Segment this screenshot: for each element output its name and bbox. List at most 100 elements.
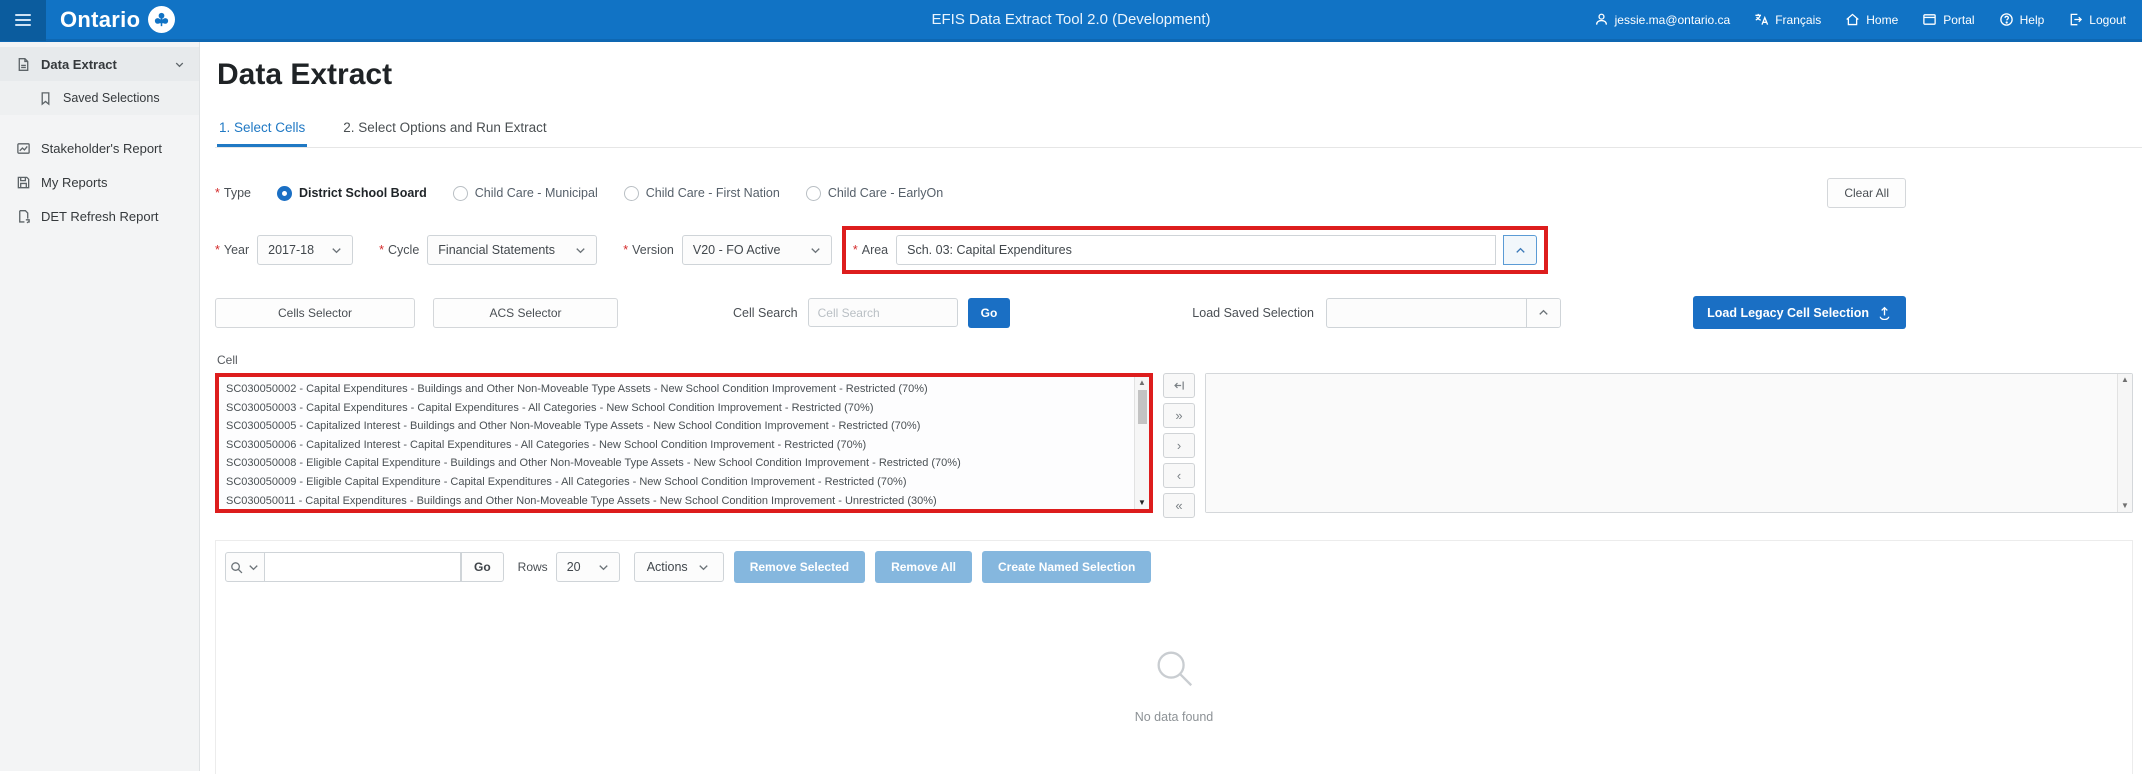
tab-select-options-run-extract[interactable]: 2. Select Options and Run Extract	[341, 112, 548, 147]
cell-list-label: Cell	[217, 353, 2142, 367]
version-label: *Version	[623, 243, 674, 257]
cycle-select[interactable]: Financial Statements	[427, 235, 597, 265]
upload-icon	[1877, 305, 1892, 320]
actions-menu-button[interactable]: Actions	[634, 552, 724, 582]
chevron-down-icon	[172, 57, 187, 72]
chevron-down-icon	[696, 560, 711, 575]
user-account-menu[interactable]: jessie.ma@ontario.ca	[1594, 12, 1731, 27]
sidebar-item-my-reports[interactable]: My Reports	[0, 165, 199, 199]
portal-link[interactable]: Portal	[1922, 12, 1974, 27]
radio-dot-icon	[806, 186, 821, 201]
filters-row: *Year 2017-18 *Cycle Financial Statement…	[215, 226, 2142, 274]
page-title: Data Extract	[217, 58, 2142, 92]
language-toggle[interactable]: Français	[1754, 12, 1821, 27]
cells-selector-button[interactable]: Cells Selector	[215, 298, 415, 328]
search-column-button[interactable]	[225, 552, 265, 582]
type-label: *Type	[215, 186, 251, 200]
tab-select-cells[interactable]: 1. Select Cells	[217, 112, 307, 147]
rows-label: Rows	[518, 560, 548, 574]
logout-link[interactable]: Logout	[2068, 12, 2126, 27]
load-legacy-cell-selection-button[interactable]: Load Legacy Cell Selection	[1693, 296, 1906, 329]
cell-search-input[interactable]	[808, 298, 958, 327]
help-icon	[1999, 12, 2014, 27]
empty-state: No data found	[216, 645, 2132, 724]
radio-dot-icon	[624, 186, 639, 201]
clear-all-button[interactable]: Clear All	[1827, 178, 1906, 208]
scroll-up-icon[interactable]: ▲	[2121, 375, 2129, 385]
cell-option[interactable]: SC030050011 - Capital Expenditures - Bui…	[219, 492, 1134, 509]
move-left-button[interactable]: ‹	[1163, 463, 1195, 488]
remove-all-button[interactable]: Remove All	[875, 551, 972, 583]
remove-selected-button[interactable]: Remove Selected	[734, 551, 865, 583]
annotation-highlight-area-field: *Area	[842, 226, 1548, 274]
wizard-tabbar: 1. Select Cells 2. Select Options and Ru…	[215, 112, 2142, 148]
area-input[interactable]	[896, 235, 1496, 265]
cell-search-go-button[interactable]: Go	[968, 298, 1011, 328]
chevron-up-icon	[1513, 243, 1528, 258]
radio-child-care-municipal[interactable]: Child Care - Municipal	[453, 186, 598, 201]
shuttle-reset-button[interactable]	[1163, 373, 1195, 398]
sidebar-item-saved-selections[interactable]: Saved Selections	[0, 81, 199, 115]
report-go-button[interactable]: Go	[461, 552, 504, 582]
sidebar-item-stakeholders-report[interactable]: Stakeholder's Report	[0, 131, 199, 165]
trillium-logo-icon	[148, 6, 175, 33]
portal-window-icon	[1922, 12, 1937, 27]
move-right-button[interactable]: ›	[1163, 433, 1195, 458]
cell-option[interactable]: SC030050003 - Capital Expenditures - Cap…	[219, 399, 1134, 418]
no-data-search-icon	[1151, 645, 1197, 691]
scroll-down-icon[interactable]: ▼	[2121, 501, 2129, 511]
data-extract-icon	[16, 57, 31, 72]
load-saved-selection-combobox[interactable]	[1326, 298, 1561, 328]
main-content: Data Extract 1. Select Cells 2. Select O…	[200, 42, 2142, 771]
logout-icon	[2068, 12, 2083, 27]
year-label: *Year	[215, 243, 249, 257]
available-cells-list[interactable]: SC030050002 - Capital Expenditures - Bui…	[219, 377, 1134, 509]
cell-option[interactable]: SC030050002 - Capital Expenditures - Bui…	[219, 380, 1134, 399]
version-select[interactable]: V20 - FO Active	[682, 235, 832, 265]
scroll-up-icon[interactable]: ▲	[1138, 378, 1146, 388]
bookmark-icon	[38, 91, 53, 106]
radio-child-care-first-nation[interactable]: Child Care - First Nation	[624, 186, 780, 201]
cell-option[interactable]: SC030050005 - Capitalized Interest - Bui…	[219, 417, 1134, 436]
area-label: *Area	[853, 243, 888, 257]
combo-expand-button[interactable]	[1526, 299, 1560, 327]
selected-cells-list[interactable]	[1206, 374, 2117, 512]
load-saved-selection-label: Load Saved Selection	[1192, 306, 1314, 320]
report-search-input[interactable]	[265, 552, 461, 582]
radio-child-care-earlyon[interactable]: Child Care - EarlyOn	[806, 186, 943, 201]
shuttle-controls: » › ‹ «	[1163, 373, 1195, 518]
right-list-scrollbar[interactable]: ▲ ▼	[2117, 374, 2132, 512]
save-icon	[16, 175, 31, 190]
selected-cells-listbox[interactable]: ▲ ▼	[1205, 373, 2133, 513]
selection-report-region: Go Rows 20 Actions Remove Selected Remov…	[215, 540, 2133, 774]
area-collapse-button[interactable]	[1503, 235, 1537, 265]
sidebar-item-det-refresh-report[interactable]: DET Refresh Report	[0, 199, 199, 233]
cell-search-label: Cell Search	[733, 306, 798, 320]
user-icon	[1594, 12, 1609, 27]
left-list-scrollbar[interactable]: ▲ ▼	[1134, 377, 1149, 509]
create-named-selection-button[interactable]: Create Named Selection	[982, 551, 1151, 583]
translate-icon	[1754, 12, 1769, 27]
cell-option[interactable]: SC030050008 - Eligible Capital Expenditu…	[219, 454, 1134, 473]
sidebar-item-data-extract[interactable]: Data Extract	[0, 47, 199, 81]
chevron-down-icon	[329, 243, 344, 258]
scroll-thumb[interactable]	[1138, 390, 1147, 424]
rows-select[interactable]: 20	[556, 552, 620, 582]
menu-toggle-button[interactable]	[0, 0, 46, 41]
no-data-message: No data found	[216, 710, 2132, 724]
chevron-up-icon	[1536, 305, 1551, 320]
move-all-right-button[interactable]: »	[1163, 403, 1195, 428]
header-nav: jessie.ma@ontario.ca Français Home Porta…	[1594, 12, 2142, 27]
help-link[interactable]: Help	[1999, 12, 2045, 27]
home-link[interactable]: Home	[1845, 12, 1898, 27]
cell-option[interactable]: SC030050009 - Eligible Capital Expenditu…	[219, 473, 1134, 492]
year-select[interactable]: 2017-18	[257, 235, 353, 265]
move-all-left-button[interactable]: «	[1163, 493, 1195, 518]
scroll-down-icon[interactable]: ▼	[1138, 498, 1146, 508]
radio-dot-icon	[453, 186, 468, 201]
cell-option[interactable]: SC030050006 - Capitalized Interest - Cap…	[219, 436, 1134, 455]
radio-district-school-board[interactable]: District School Board	[277, 186, 427, 201]
radio-dot-icon	[277, 186, 292, 201]
acs-selector-button[interactable]: ACS Selector	[433, 298, 618, 328]
reset-icon	[1173, 379, 1186, 392]
